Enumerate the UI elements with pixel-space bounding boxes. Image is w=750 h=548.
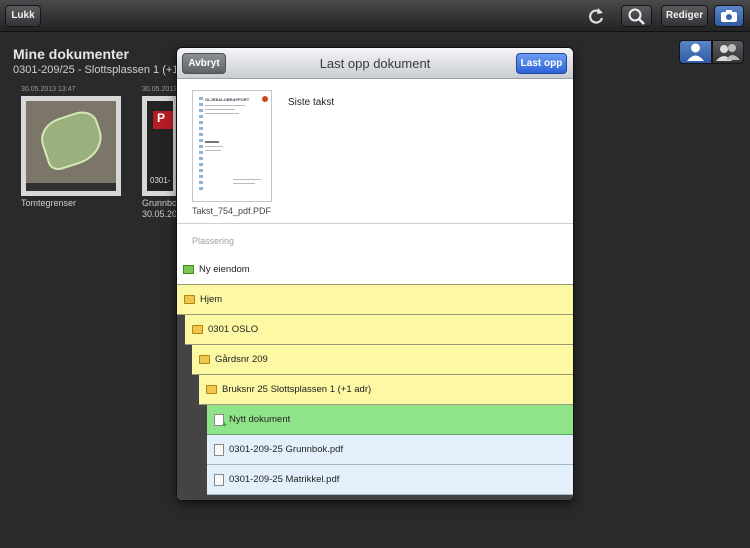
document-label[interactable]: Siste takst (288, 97, 334, 108)
folder-icon (184, 295, 195, 304)
document-name: Tomtegrenser (21, 198, 77, 208)
group-icon (716, 44, 740, 61)
tree-item-new-document[interactable]: Nytt dokument (207, 405, 573, 435)
page-subtitle: 0301-209/25 - Slottsplassen 1 (+1 (13, 64, 178, 76)
document-date: 30.05.2013 (142, 86, 178, 93)
tree-item-label: Hjem (200, 294, 223, 305)
pdf-file-icon (214, 473, 224, 486)
document-date: 30.05.2013 13:47 (21, 86, 76, 93)
tree-item-folder[interactable]: Bruksnr 25 Slottsplassen 1 (+1 adr) (199, 375, 573, 405)
document-filename: Takst_754_pdf.PDF (192, 206, 272, 216)
location-label: Plassering (192, 236, 235, 246)
divider (177, 223, 573, 224)
upload-button[interactable]: Last opp (516, 53, 567, 74)
document-name-line1: Grunnbok (142, 198, 178, 208)
tree-item-label: Nytt dokument (229, 414, 291, 425)
seal-icon (262, 96, 268, 102)
search-button[interactable] (621, 5, 652, 27)
edit-button[interactable]: Rediger (661, 5, 708, 27)
tree-item-folder[interactable]: Gårdsnr 209 (192, 345, 573, 375)
tree-item-folder[interactable]: 0301 OSLO (185, 315, 573, 345)
folder-icon (206, 385, 217, 394)
camera-icon (721, 10, 737, 22)
segment-shared[interactable] (712, 40, 744, 64)
segment-personal[interactable] (679, 40, 712, 64)
thumbnail-caption: 0301- (150, 176, 171, 185)
tree-item-label: 0301 OSLO (208, 324, 259, 335)
document-preview: OLJEBALOBRAPPORT (192, 90, 272, 202)
pdf-thumbnail: P 0301- (147, 101, 173, 191)
new-document-icon (214, 413, 227, 429)
tree-item-label: 0301-209-25 Grunnbok.pdf (229, 444, 344, 455)
tree-item-new-property[interactable]: Ny eiendom (177, 255, 573, 285)
tree-item-label: Ny eiendom (199, 264, 250, 275)
map-thumbnail (26, 101, 116, 191)
close-button[interactable]: Lukk (5, 5, 41, 27)
tree-item-label: 0301-209-25 Matrikkel.pdf (229, 474, 340, 485)
tree-item-folder[interactable]: Hjem (177, 285, 573, 315)
document-name: Grunnbok 30.05.20 (142, 198, 178, 220)
document-thumbnail[interactable] (21, 96, 121, 196)
cancel-button[interactable]: Avbryt (182, 53, 226, 74)
page-title: Mine dokumenter (13, 46, 129, 62)
location-tree: Ny eiendom Hjem 0301 OSLO Gårdsnr 209 Br… (177, 255, 573, 500)
search-icon (628, 8, 645, 25)
document-thumbnail[interactable]: P 0301- (142, 96, 178, 196)
tree-item-file[interactable]: 0301-209-25 Matrikkel.pdf (207, 465, 573, 495)
new-property-icon (183, 265, 194, 274)
document-name-line2: 30.05.20 (142, 209, 178, 219)
folder-icon (192, 325, 203, 334)
refresh-icon[interactable] (584, 4, 608, 28)
tree-item-label: Gårdsnr 209 (215, 354, 268, 365)
preview-heading: OLJEBALOBRAPPORT (205, 97, 250, 102)
person-icon (687, 43, 704, 61)
camera-button[interactable] (714, 5, 744, 27)
upload-document-dialog: Last opp dokument Avbryt Last opp OLJEBA… (177, 48, 573, 500)
dialog-header: Last opp dokument Avbryt Last opp (177, 48, 573, 79)
tree-item-file[interactable]: 0301-209-25 Grunnbok.pdf (207, 435, 573, 465)
tree-item-label: Bruksnr 25 Slottsplassen 1 (+1 adr) (222, 384, 372, 395)
dialog-title: Last opp dokument (319, 56, 431, 71)
folder-icon (199, 355, 210, 364)
pdf-file-icon (214, 443, 224, 456)
top-toolbar: Lukk Rediger (0, 0, 750, 32)
thumbnail-band: P (153, 111, 173, 129)
